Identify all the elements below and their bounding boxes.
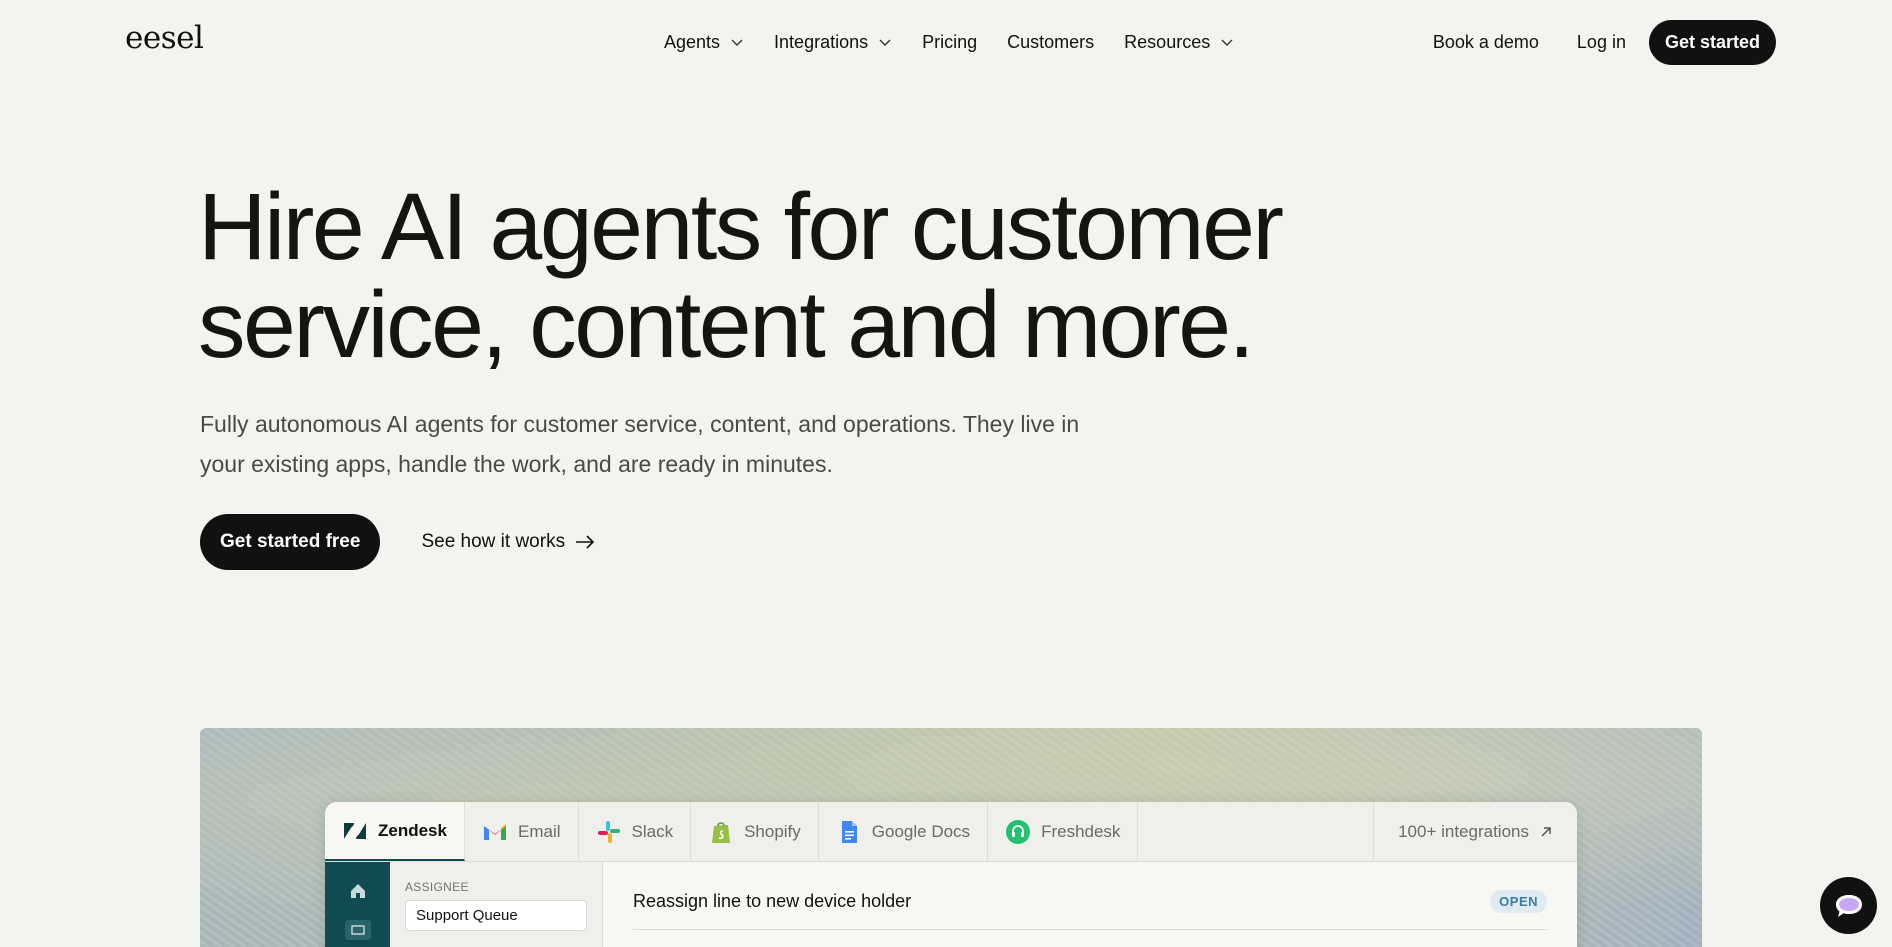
freshdesk-icon [1006, 819, 1031, 844]
nav-resources[interactable]: Resources [1124, 32, 1234, 53]
tab-freshdesk-label: Freshdesk [1041, 821, 1121, 841]
tab-google-docs-label: Google Docs [871, 821, 971, 841]
nav-agents[interactable]: Agents [664, 32, 744, 53]
hero-title: Hire AI agents for customer service, con… [198, 178, 1398, 374]
tab-zendesk-label: Zendesk [378, 820, 447, 840]
slack-icon [597, 820, 620, 843]
main-nav: Agents Integrations Pricing Customers Re… [664, 0, 1234, 84]
hero-subtitle-line-2: your existing apps, handle the work, and… [200, 451, 833, 477]
assignee-label: ASSIGNEE [405, 880, 469, 894]
nav-actions: Book a demo Log in Get started [1433, 0, 1776, 84]
app-icon-rail [325, 862, 390, 947]
nav-customers-label: Customers [1007, 31, 1095, 52]
see-how-it-works-link[interactable]: See how it works [421, 531, 595, 553]
ticket-main: Reassign line to new device holder OPEN [603, 862, 1577, 947]
hero-subtitle: Fully autonomous AI agents for customer … [200, 404, 1160, 484]
top-nav: eesel Agents Integrations Pricing Custom… [0, 0, 1892, 84]
hero-subtitle-line-1: Fully autonomous AI agents for customer … [200, 411, 1080, 437]
tab-slack[interactable]: Slack [579, 802, 692, 861]
hero-ctas: Get started free See how it works [200, 514, 595, 570]
ticket-title: Reassign line to new device holder [633, 891, 912, 911]
integration-tabs: Zendesk Email Slack Shopify Google Docs … [325, 802, 1577, 862]
nav-agents-label: Agents [664, 31, 721, 52]
nav-integrations-label: Integrations [774, 31, 869, 52]
app-body: ASSIGNEE Support Queue Reassign line to … [325, 862, 1577, 947]
nav-customers[interactable]: Customers [1007, 32, 1094, 53]
tab-google-docs[interactable]: Google Docs [819, 802, 989, 861]
google-docs-icon [841, 820, 857, 843]
tab-freshdesk[interactable]: Freshdesk [988, 802, 1139, 861]
arrow-up-right-icon [1541, 826, 1551, 837]
chevron-down-icon [731, 39, 743, 46]
nav-resources-label: Resources [1124, 31, 1211, 52]
tab-shopify-label: Shopify [744, 821, 801, 841]
arrow-right-icon [576, 535, 595, 549]
chevron-down-icon [1221, 39, 1233, 46]
tab-email[interactable]: Email [465, 802, 579, 861]
home-icon[interactable] [349, 882, 367, 900]
hero-title-line-1: Hire AI agents for customer [198, 174, 1284, 280]
integrations-link-label: 100+ integrations [1398, 821, 1529, 841]
status-badge: OPEN [1490, 890, 1547, 913]
tab-email-label: Email [517, 821, 561, 841]
book-demo-link[interactable]: Book a demo [1433, 32, 1539, 53]
tab-slack-label: Slack [631, 821, 674, 841]
login-link[interactable]: Log in [1577, 32, 1626, 53]
gmail-icon [483, 823, 506, 840]
chat-widget-button[interactable] [1820, 877, 1877, 934]
nav-pricing-label: Pricing [922, 31, 978, 52]
nav-pricing[interactable]: Pricing [922, 32, 977, 53]
integrations-link[interactable]: 100+ integrations [1373, 802, 1577, 861]
nav-integrations[interactable]: Integrations [774, 32, 892, 53]
tab-shopify[interactable]: Shopify [691, 802, 819, 861]
tab-zendesk[interactable]: Zendesk [325, 802, 465, 861]
get-started-free-button[interactable]: Get started free [200, 514, 381, 570]
see-how-it-works-label: See how it works [421, 531, 566, 552]
ticket-sidebar: ASSIGNEE Support Queue [390, 862, 603, 947]
ticket-header: Reassign line to new device holder OPEN [633, 890, 1547, 930]
chat-bubble-icon [1835, 894, 1862, 917]
chevron-down-icon [879, 39, 891, 46]
demo-app-window: Zendesk Email Slack Shopify Google Docs … [325, 802, 1577, 947]
tab-spacer [1138, 802, 1373, 861]
shopify-icon [712, 821, 731, 843]
eesel-logo[interactable]: eesel [125, 20, 204, 56]
hero-title-line-2: service, content and more. [198, 272, 1255, 378]
assignee-field[interactable]: Support Queue [405, 900, 587, 931]
inbox-icon[interactable] [344, 920, 371, 940]
landing-page: eesel Agents Integrations Pricing Custom… [0, 0, 1892, 947]
get-started-button[interactable]: Get started [1648, 19, 1776, 65]
zendesk-icon [344, 822, 366, 839]
